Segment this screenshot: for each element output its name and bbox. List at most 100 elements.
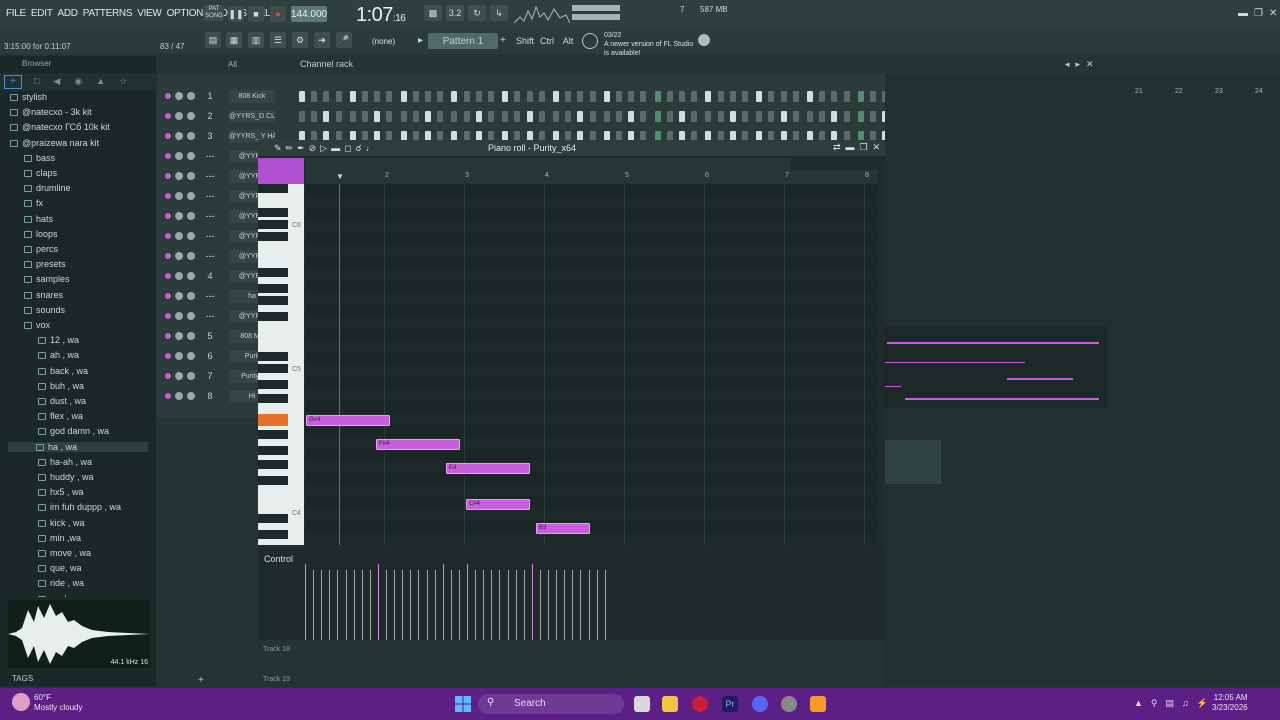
browser-item[interactable]: samples <box>0 274 70 284</box>
step-button[interactable] <box>857 91 864 102</box>
step-button[interactable] <box>717 91 724 102</box>
channel-mute-led[interactable] <box>165 393 171 399</box>
premiere-icon[interactable]: Pr <box>722 696 738 712</box>
black-key[interactable] <box>258 296 288 305</box>
step-button[interactable] <box>349 111 356 122</box>
note[interactable]: F#4 <box>376 439 460 450</box>
system-tray-icons[interactable]: ▲⚲▤♫⚡ <box>1134 698 1216 709</box>
channel-pan-knob[interactable] <box>175 232 183 240</box>
microphone-icon[interactable]: 🎤 <box>336 32 352 48</box>
browser-item[interactable]: flex , wa <box>0 411 83 421</box>
task-view-icon[interactable] <box>634 696 650 712</box>
step-button[interactable] <box>565 111 572 122</box>
channel-mute-led[interactable] <box>165 133 171 139</box>
velocity-bar[interactable] <box>475 570 477 640</box>
step-button[interactable] <box>412 91 419 102</box>
step-button[interactable] <box>742 111 748 122</box>
step-button[interactable] <box>475 111 482 122</box>
step-button[interactable] <box>807 111 813 122</box>
browser-item[interactable]: claps <box>0 168 57 178</box>
channel-mixer-track[interactable]: --- <box>205 291 215 301</box>
step-button[interactable] <box>488 111 494 122</box>
step-button[interactable] <box>374 111 381 122</box>
step-button[interactable] <box>819 91 826 102</box>
pattern-clip[interactable] <box>885 326 1107 408</box>
black-key[interactable] <box>258 232 288 241</box>
channel-pan-knob[interactable] <box>175 92 183 100</box>
step-button[interactable] <box>386 91 393 102</box>
step-button[interactable] <box>553 111 559 122</box>
step-button[interactable] <box>603 111 610 122</box>
step-button[interactable] <box>412 111 419 122</box>
velocity-bar[interactable] <box>450 570 452 640</box>
step-button[interactable] <box>323 111 330 122</box>
step-button[interactable] <box>807 91 813 102</box>
channel-mute-led[interactable] <box>165 93 171 99</box>
browser-item[interactable]: loops <box>0 229 58 239</box>
black-key[interactable] <box>258 352 288 361</box>
browser-item[interactable]: snares <box>0 290 63 300</box>
step-button[interactable] <box>742 91 748 102</box>
rack-window-controls[interactable]: ◂▸✕ <box>1065 59 1100 70</box>
step-button[interactable] <box>870 111 876 122</box>
channel-mute-led[interactable] <box>165 293 171 299</box>
channel-pan-knob[interactable] <box>175 272 183 280</box>
black-key[interactable] <box>258 514 288 523</box>
channel-name-button[interactable]: @YYRS_D CLAP <box>229 110 275 123</box>
browser-item[interactable]: ha-ah , wa <box>0 457 92 467</box>
browser-item[interactable]: min ,wa <box>0 533 81 543</box>
velocity-bar[interactable] <box>394 570 396 640</box>
black-key[interactable] <box>258 530 288 539</box>
channel-mixer-track[interactable]: 8 <box>205 391 215 401</box>
velocity-lane[interactable] <box>305 560 625 640</box>
browser-item[interactable]: vox <box>0 320 50 330</box>
piano-keyboard[interactable]: C6 C5 C4 <box>258 184 304 545</box>
channel-volume-knob[interactable] <box>187 112 195 120</box>
velocity-bar[interactable] <box>564 570 566 640</box>
channel-pan-knob[interactable] <box>175 172 183 180</box>
step-button[interactable] <box>475 91 482 102</box>
step-button[interactable] <box>616 111 622 122</box>
step-button[interactable] <box>502 91 509 102</box>
channel-mute-led[interactable] <box>165 253 171 259</box>
taskbar-clock[interactable]: 12:05 AM 3/23/2026 <box>1212 693 1248 713</box>
news-icon[interactable] <box>582 33 598 49</box>
step-button[interactable] <box>538 111 545 122</box>
browser-item[interactable]: bass <box>0 153 55 163</box>
step-button[interactable] <box>425 111 431 122</box>
black-key[interactable] <box>258 394 288 403</box>
channel-volume-knob[interactable] <box>187 252 195 260</box>
taskbar-search[interactable]: Search <box>478 694 624 714</box>
step-button[interactable] <box>616 91 622 102</box>
velocity-bar[interactable] <box>377 564 379 640</box>
channel-pan-knob[interactable] <box>175 292 183 300</box>
step-button[interactable] <box>565 91 572 102</box>
channel-volume-knob[interactable] <box>187 172 195 180</box>
browser-item[interactable]: dust , wa <box>0 396 86 406</box>
channel-pan-knob[interactable] <box>175 372 183 380</box>
pause-button[interactable]: ❚❚ <box>228 6 244 22</box>
channel-volume-knob[interactable] <box>187 92 195 100</box>
add-track-icon[interactable]: + <box>198 675 204 686</box>
browser-item[interactable]: im fuh duppp , wa <box>0 502 121 512</box>
channel-volume-knob[interactable] <box>187 332 195 340</box>
step-button[interactable] <box>514 111 521 122</box>
chrome-icon[interactable] <box>781 696 797 712</box>
channel-mixer-track[interactable]: 1 <box>205 91 215 101</box>
step-button[interactable] <box>628 111 635 122</box>
channel-mixer-track[interactable]: --- <box>205 311 215 321</box>
channel-mixer-track[interactable]: 4 <box>205 271 215 281</box>
loop-record-icon[interactable]: ↳ <box>490 5 508 21</box>
channel-name-button[interactable]: 808 Kick <box>229 90 275 103</box>
step-button[interactable] <box>526 91 533 102</box>
snap-select[interactable]: (none) <box>372 37 395 46</box>
browser-item[interactable]: sounds <box>0 305 65 315</box>
velocity-bar[interactable] <box>499 570 501 640</box>
step-button[interactable] <box>553 91 559 102</box>
channel-volume-knob[interactable] <box>187 312 195 320</box>
velocity-bar[interactable] <box>491 570 493 640</box>
black-key[interactable] <box>258 208 288 217</box>
control-label[interactable]: Control <box>264 554 293 564</box>
step-button[interactable] <box>792 111 799 122</box>
browser-filter-icons[interactable]: □◀◉▲☆ <box>34 76 141 87</box>
